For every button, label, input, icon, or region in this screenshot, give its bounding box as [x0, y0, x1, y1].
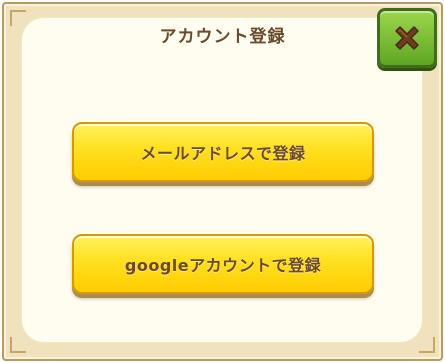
register-with-google-label: googleアカウントで登録	[124, 256, 322, 275]
register-with-email-button[interactable]: メールアドレスで登録	[72, 122, 374, 182]
frame-corner-ornament	[419, 337, 435, 353]
register-with-email-label: メールアドレスで登録	[140, 144, 306, 163]
close-x-icon	[390, 21, 424, 55]
frame-corner-ornament	[10, 337, 26, 353]
register-with-google-button[interactable]: googleアカウントで登録	[72, 234, 374, 294]
close-button[interactable]	[377, 8, 437, 68]
